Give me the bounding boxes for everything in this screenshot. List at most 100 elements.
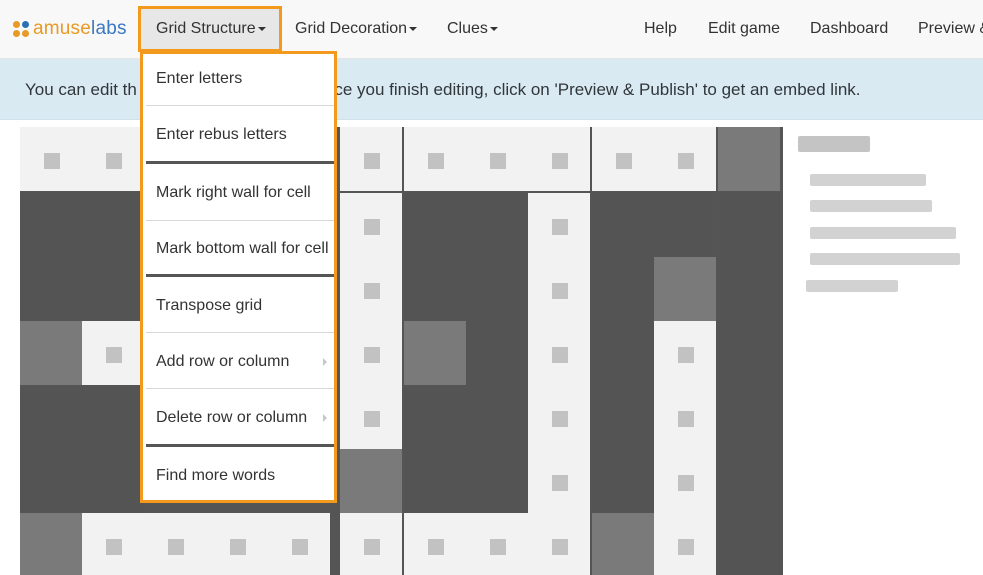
grid-cell-black[interactable]: [82, 449, 144, 513]
grid-cell[interactable]: [528, 513, 590, 575]
grid-cell-black[interactable]: [404, 193, 466, 257]
menu-item-enter-letters[interactable]: Enter letters: [146, 54, 331, 104]
grid-cell-black[interactable]: [404, 321, 466, 385]
grid-cell[interactable]: [82, 127, 144, 191]
grid-cell-black[interactable]: [20, 257, 82, 321]
grid-cell-black[interactable]: [466, 385, 528, 449]
grid-cell-black[interactable]: [592, 449, 654, 513]
grid-cell-black[interactable]: [718, 193, 780, 257]
clues-label: Clues: [447, 20, 488, 37]
grid-cell-black[interactable]: [404, 257, 466, 321]
grid-cell-black[interactable]: [718, 321, 780, 385]
grid-cell[interactable]: [654, 449, 716, 513]
menu-item-find-more-words[interactable]: Find more words: [146, 451, 331, 501]
grid-cell[interactable]: [654, 513, 716, 575]
grid-cell-black[interactable]: [20, 193, 82, 257]
menu-item-mark-right-wall[interactable]: Mark right wall for cell: [146, 168, 331, 218]
menu-item-mark-bottom-wall[interactable]: Mark bottom wall for cell: [146, 224, 331, 274]
grid-cell-black[interactable]: [20, 513, 82, 575]
grid-cell-black[interactable]: [592, 257, 654, 321]
grid-cell-black[interactable]: [592, 193, 654, 257]
grid-cell[interactable]: [404, 127, 466, 191]
grid-cell-black[interactable]: [654, 193, 716, 257]
edit-game-link[interactable]: Edit game: [708, 0, 780, 58]
submenu-arrow-icon: [323, 414, 327, 422]
grid-cell-black[interactable]: [20, 321, 82, 385]
grid-cell[interactable]: [82, 513, 144, 575]
menu-item-enter-rebus-letters[interactable]: Enter rebus letters: [146, 110, 331, 160]
logo-text: amuselabs: [33, 18, 127, 39]
grid-cell-black[interactable]: [20, 449, 82, 513]
clues-menu-button[interactable]: Clues: [447, 0, 498, 58]
menu-item-label: Delete row or column: [156, 409, 308, 426]
grid-cell[interactable]: [206, 513, 268, 575]
dashboard-link[interactable]: Dashboard: [810, 0, 888, 58]
clue-item[interactable]: [806, 280, 898, 292]
grid-cell-black[interactable]: [404, 385, 466, 449]
grid-cell-black[interactable]: [82, 385, 144, 449]
caret-down-icon: [409, 26, 418, 31]
grid-cell[interactable]: [654, 127, 716, 191]
grid-cell-black[interactable]: [466, 321, 528, 385]
grid-cell[interactable]: [144, 513, 206, 575]
grid-cell-black[interactable]: [82, 193, 144, 257]
grid-cell[interactable]: [466, 513, 528, 575]
grid-cell-black[interactable]: [466, 257, 528, 321]
grid-cell[interactable]: [340, 257, 402, 321]
grid-cell-black[interactable]: [592, 513, 654, 575]
grid-decoration-menu-button[interactable]: Grid Decoration: [295, 0, 418, 58]
grid-cell[interactable]: [340, 127, 402, 191]
grid-cell-black[interactable]: [82, 257, 144, 321]
grid-cell[interactable]: [528, 257, 590, 321]
grid-cell[interactable]: [654, 385, 716, 449]
help-link[interactable]: Help: [644, 0, 677, 58]
menu-item-transpose-grid[interactable]: Transpose grid: [146, 281, 331, 331]
grid-cell[interactable]: [340, 513, 402, 575]
menu-divider: [146, 220, 334, 221]
menu-divider: [146, 444, 334, 447]
grid-structure-label: Grid Structure: [156, 20, 256, 37]
grid-cell-black[interactable]: [20, 385, 82, 449]
clue-item[interactable]: [810, 227, 956, 239]
grid-cell[interactable]: [340, 193, 402, 257]
banner-text-start: You can edit th: [25, 80, 137, 99]
amuselabs-logo[interactable]: amuselabs: [13, 17, 127, 41]
grid-structure-menu-button[interactable]: Grid Structure: [138, 6, 282, 52]
clue-item[interactable]: [810, 174, 926, 186]
grid-cell[interactable]: [268, 513, 330, 575]
menu-item-add-row-or-column[interactable]: Add row or column: [146, 337, 331, 387]
grid-cell-black[interactable]: [654, 257, 716, 321]
grid-cell[interactable]: [340, 385, 402, 449]
grid-cell[interactable]: [654, 321, 716, 385]
grid-cell[interactable]: [20, 127, 82, 191]
grid-cell-black[interactable]: [718, 127, 780, 191]
grid-cell-black[interactable]: [340, 449, 402, 513]
grid-cell-black[interactable]: [718, 513, 780, 575]
grid-cell[interactable]: [466, 127, 528, 191]
grid-cell-black[interactable]: [718, 449, 780, 513]
grid-cell-black[interactable]: [718, 257, 780, 321]
clue-heading-blurred: [798, 136, 870, 152]
clue-item[interactable]: [810, 200, 932, 212]
grid-cell-black[interactable]: [592, 321, 654, 385]
grid-cell-black[interactable]: [592, 385, 654, 449]
grid-cell[interactable]: [528, 127, 590, 191]
grid-cell-black[interactable]: [404, 449, 466, 513]
grid-cell[interactable]: [82, 321, 144, 385]
menu-divider: [146, 332, 334, 333]
grid-cell[interactable]: [528, 385, 590, 449]
grid-cell[interactable]: [528, 321, 590, 385]
grid-cell[interactable]: [528, 449, 590, 513]
grid-cell-black[interactable]: [466, 449, 528, 513]
grid-cell[interactable]: [404, 513, 466, 575]
clue-item[interactable]: [810, 253, 960, 265]
menu-divider: [146, 274, 334, 277]
menu-item-delete-row-or-column[interactable]: Delete row or column: [146, 393, 331, 443]
grid-cell[interactable]: [528, 193, 590, 257]
preview-publish-link[interactable]: Preview &: [918, 0, 983, 58]
grid-cell-black[interactable]: [718, 385, 780, 449]
grid-cell[interactable]: [340, 321, 402, 385]
grid-cell-black[interactable]: [466, 193, 528, 257]
grid-cell[interactable]: [592, 127, 654, 191]
crossword-grid[interactable]: [20, 127, 783, 575]
